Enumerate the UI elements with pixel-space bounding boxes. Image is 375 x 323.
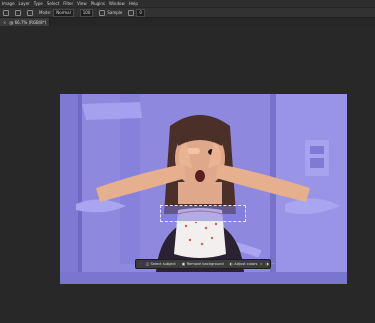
adjust-colors-icon: ◐ — [229, 262, 233, 266]
brush-settings-icon[interactable] — [15, 9, 21, 16]
remove-background-button[interactable]: ▣ Remove background — [182, 262, 224, 266]
remove-background-label: Remove background — [186, 262, 224, 266]
select-subject-icon: ◫ — [145, 262, 149, 266]
menu-help[interactable]: Help — [129, 0, 138, 7]
menu-select[interactable]: Select — [47, 0, 59, 7]
contextual-task-bar: ⋮ ◫ Select subject ▣ Remove background ◐… — [135, 259, 275, 269]
tool-preset-icon[interactable] — [3, 9, 9, 16]
photo-illustration — [60, 94, 347, 284]
photoshop-window: Image Layer Type Select Filter View Plug… — [0, 0, 375, 323]
menu-window[interactable]: Window — [109, 0, 125, 7]
mode-select[interactable]: Normal — [53, 8, 74, 17]
mode-label: Mode: — [39, 10, 52, 15]
menu-bar: Image Layer Type Select Filter View Plug… — [0, 0, 375, 7]
selection-marquee[interactable] — [160, 205, 246, 222]
angle-field[interactable]: 0 — [136, 8, 145, 17]
toggle-panel-icon[interactable] — [27, 9, 33, 16]
document-tab-title: @ 66.7% (RGB/8*) — [9, 19, 47, 25]
angle-icon — [128, 9, 135, 16]
adjust-colors-label: Adjust colors — [234, 262, 258, 266]
menu-filter[interactable]: Filter — [63, 0, 73, 7]
menu-image[interactable]: Image — [2, 0, 15, 7]
close-tab-icon[interactable]: × — [3, 20, 6, 25]
canvas-area[interactable]: ⋮ ◫ Select subject ▣ Remove background ◐… — [0, 26, 375, 323]
crop-icon[interactable]: ⌗ — [260, 262, 262, 266]
remove-background-icon: ▣ — [181, 262, 186, 266]
sample-icon — [99, 9, 106, 16]
document-tab-bar: × @ 66.7% (RGB/8*) — [0, 18, 375, 26]
select-subject-button[interactable]: ◫ Select subject — [146, 262, 176, 266]
opacity-control[interactable]: 100 — [79, 8, 94, 17]
document-image[interactable] — [60, 94, 347, 284]
adjust-colors-button[interactable]: ◐ Adjust colors — [230, 262, 258, 266]
menu-type[interactable]: Type — [34, 0, 43, 7]
opacity-field[interactable]: 100 — [79, 8, 94, 17]
select-subject-label: Select subject — [150, 262, 176, 266]
sample-label: Sample — [107, 10, 123, 15]
menu-plugins[interactable]: Plugins — [91, 0, 105, 7]
drag-handle-icon[interactable]: ⋮ — [139, 262, 143, 266]
menu-layer[interactable]: Layer — [19, 0, 30, 7]
options-bar: Mode: Normal 100 Sample 0 — [0, 7, 375, 18]
menu-view[interactable]: View — [77, 0, 87, 7]
sample-control[interactable]: Sample — [99, 9, 123, 16]
selection-preview — [161, 206, 245, 221]
more-options-icon[interactable]: ··· — [272, 262, 275, 266]
document-tab[interactable]: × @ 66.7% (RGB/8*) — [0, 18, 51, 26]
mode-control[interactable]: Mode: Normal — [39, 8, 74, 17]
mask-icon[interactable]: ◑ — [265, 262, 268, 266]
angle-control[interactable]: 0 — [128, 8, 145, 17]
